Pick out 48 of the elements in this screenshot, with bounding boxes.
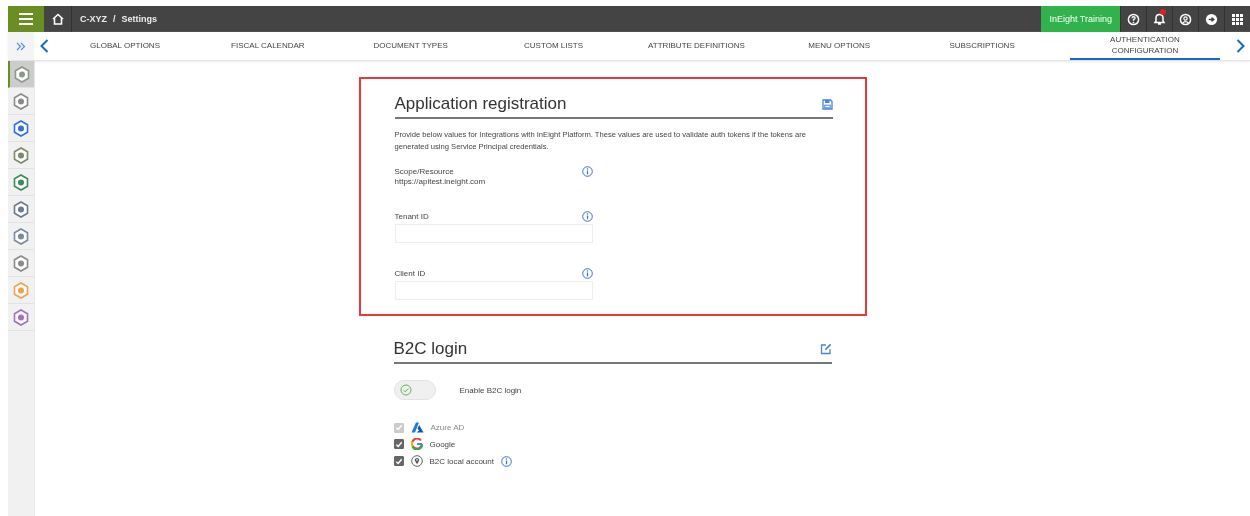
sign-out-icon [1205,12,1218,26]
info-icon[interactable] [501,455,512,467]
azure-logo-icon [410,422,424,433]
sidebar-item[interactable] [8,61,34,88]
menu-icon [19,13,33,25]
settings-tab[interactable]: MENU OPTIONS [784,32,895,60]
chevron-right-icon [1235,39,1245,53]
field-value: https://apitest.ineight.com [394,177,487,186]
location-pin-icon [410,455,423,467]
settings-tab[interactable]: DOCUMENT TYPES [355,32,466,60]
settings-tab[interactable]: AUTHENTICATION CONFIGURATION [1069,32,1220,60]
edit-button[interactable] [819,343,832,355]
settings-tab[interactable]: SUBSCRIPTIONS [927,32,1038,60]
breadcrumb-separator: / [113,14,116,24]
field-label: Scope/Resource [394,166,454,176]
toggle-switch[interactable] [393,380,436,400]
section-title: Application registration [394,94,567,114]
settings-tab[interactable]: FISCAL CALENDAR [212,32,323,60]
checkbox[interactable] [393,456,404,466]
check-circle-icon [399,384,412,396]
provider-label: B2C local account [429,456,494,466]
chevron-left-icon [39,39,49,53]
menu-button[interactable] [8,6,44,32]
info-icon[interactable] [581,165,593,177]
save-button[interactable] [821,98,833,110]
grid-icon [1232,13,1243,25]
settings-tab[interactable]: GLOBAL OPTIONS [70,32,180,60]
checkbox[interactable] [393,439,404,449]
double-chevron-icon [16,41,26,51]
settings-tab[interactable]: CUSTOM LISTS [498,32,609,60]
field-label: Tenant ID [394,211,429,221]
settings-tab[interactable]: ATTRIBUTE DEFINITIONS [641,32,752,60]
breadcrumb-page: Settings [121,14,158,24]
user-icon [1179,12,1192,26]
provider-label: Azure AD [430,423,465,432]
help-icon [1127,12,1140,26]
bell-icon [1153,12,1166,26]
breadcrumb-company[interactable]: C-XYZ [80,14,107,24]
field-label: Client ID [394,268,426,278]
home-icon [51,13,64,25]
google-logo-icon [410,438,423,450]
section-title: B2C login [393,339,468,359]
toggle-label: Enable B2C login [459,385,522,395]
edit-icon [819,343,832,355]
info-icon[interactable] [581,267,593,279]
save-icon [821,98,833,110]
info-icon[interactable] [581,210,593,222]
provider-label: Google [429,439,456,449]
